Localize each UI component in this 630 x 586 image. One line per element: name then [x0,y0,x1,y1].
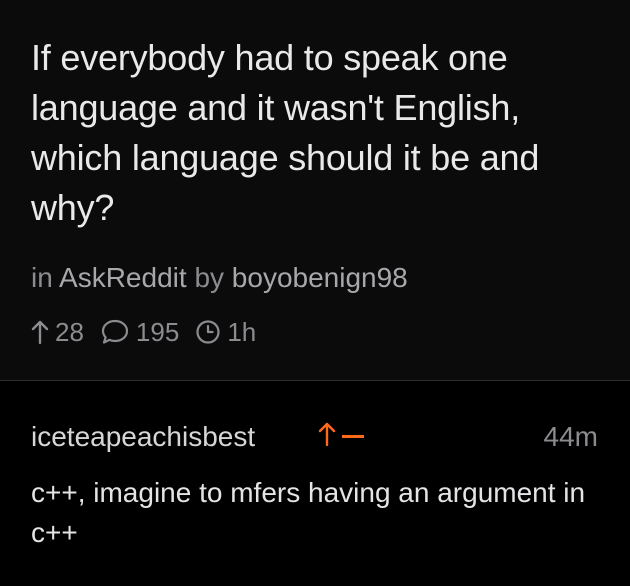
author-link[interactable]: boyobenign98 [232,262,408,293]
post-stats: 28 195 1h [31,314,256,350]
minus-icon[interactable] [342,435,364,438]
comment-vote-indicator[interactable] [318,421,364,452]
comment-body: c++, imagine to mfers having an argument… [31,477,586,548]
meta-in-prefix: in [31,262,53,293]
age-stat: 1h [195,317,256,348]
comment-count: 195 [135,316,180,347]
speech-bubble-icon[interactable] [100,318,130,346]
comment-time: 44m [543,421,598,452]
clock-icon [195,319,221,345]
comment-item[interactable]: iceteapeachisbest 44m c++, imagine to mf… [0,381,630,586]
post-age: 1h [227,316,257,347]
meta-by-prefix: by [194,262,225,293]
post-title[interactable]: If everybody had to speak one language a… [31,33,611,233]
upvote-count: 28 [55,316,84,347]
upvote-stat[interactable]: 28 [31,317,84,348]
arrow-up-icon[interactable] [31,319,49,345]
comment-author[interactable]: iceteapeachisbest [31,419,255,455]
post-card[interactable]: If everybody had to speak one language a… [0,0,630,380]
post-meta: in AskReddit by boyobenign98 [31,258,408,298]
subreddit-link[interactable]: AskReddit [59,262,187,293]
arrow-up-icon[interactable] [318,421,336,452]
comments-stat[interactable]: 195 [100,317,179,348]
